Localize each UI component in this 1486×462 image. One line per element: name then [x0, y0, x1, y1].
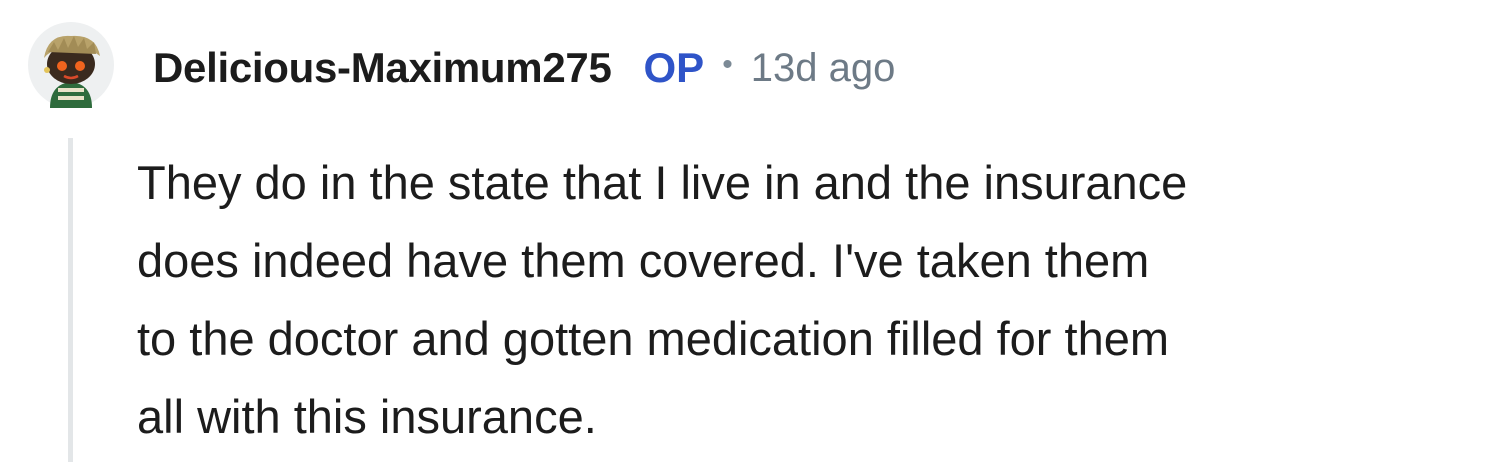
- comment-body: They do in the state that I live in and …: [137, 144, 1467, 456]
- user-avatar-icon[interactable]: [28, 22, 114, 108]
- timestamp[interactable]: 13d ago: [751, 46, 896, 91]
- op-badge: OP: [643, 44, 705, 91]
- comment-header: Delicious-Maximum275 OP • 13d ago: [153, 38, 895, 98]
- comment-body-line: all with this insurance.: [137, 390, 597, 443]
- username-link[interactable]: Delicious-Maximum275: [153, 44, 612, 92]
- separator-dot: •: [722, 48, 733, 81]
- snoo-avatar-icon: [28, 22, 114, 108]
- comment-body-line: does indeed have them covered. I've take…: [137, 234, 1150, 287]
- comment-body-line: They do in the state that I live in and …: [137, 156, 1188, 209]
- comment: Delicious-Maximum275 OP • 13d ago They d…: [0, 0, 1486, 462]
- thread-line[interactable]: [68, 138, 73, 462]
- comment-body-line: to the doctor and gotten medication fill…: [137, 312, 1170, 365]
